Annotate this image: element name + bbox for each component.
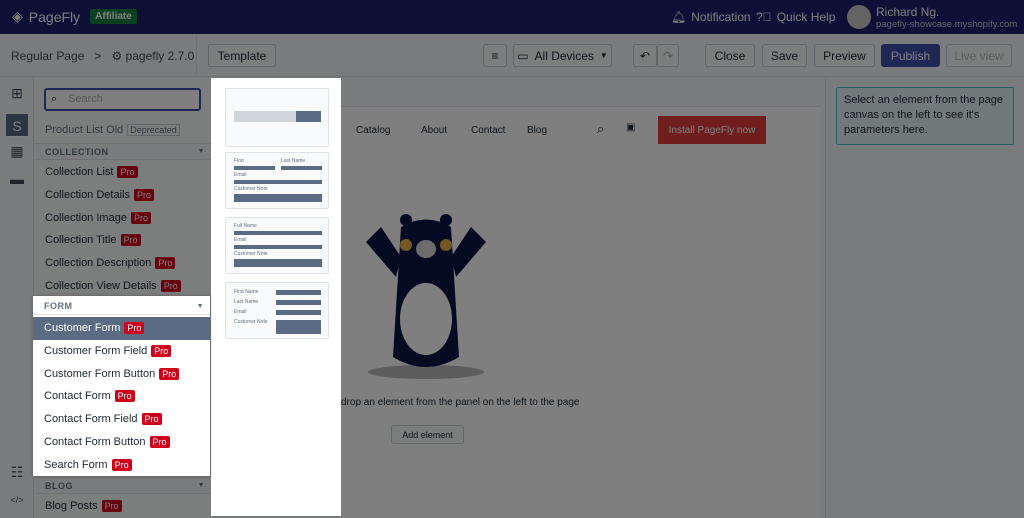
form-section-header[interactable]: FORM ▼	[33, 298, 210, 315]
field-label: Email	[234, 309, 247, 315]
pro-badge: Pro	[124, 322, 145, 335]
template-card[interactable]: First Last Name Email Customer Note	[225, 152, 329, 209]
field-label: First Name	[234, 289, 259, 295]
field-label: Last Name	[281, 158, 306, 164]
template-card[interactable]: First Name Last Name Email Customer Note	[225, 282, 329, 339]
item-label: Search Form	[44, 458, 108, 471]
form-section: FORM ▼ Customer Form Pro Customer Form Fiel…	[33, 296, 210, 476]
field-label: Last Name	[234, 299, 259, 305]
item-label: Contact Form Button	[44, 435, 146, 448]
list-item[interactable]: Contact Form Field Pro	[33, 408, 210, 431]
caret-down-icon: ▼	[196, 302, 204, 310]
field-label: Customer Note	[234, 319, 268, 325]
list-item[interactable]: Contact Form Pro	[33, 385, 210, 408]
list-item[interactable]: Contact Form Button Pro	[33, 431, 210, 454]
pro-badge: Pro	[114, 390, 135, 403]
item-label: Customer Form	[44, 322, 121, 335]
field-label: Full Name	[234, 223, 257, 229]
field-label: Customer Note	[234, 186, 268, 192]
item-label: Customer Form Field	[44, 345, 148, 358]
list-item[interactable]: Customer Form Button Pro	[33, 362, 210, 385]
pro-badge: Pro	[159, 367, 180, 380]
pro-badge: Pro	[111, 458, 132, 471]
pro-badge: Pro	[141, 413, 162, 426]
list-item[interactable]: Customer Form Field Pro	[33, 340, 210, 363]
pro-badge: Pro	[149, 435, 170, 448]
item-label: Contact Form	[44, 390, 111, 403]
item-label: Contact Form Field	[44, 413, 138, 426]
pro-badge: Pro	[151, 345, 172, 358]
template-preview-panel: First Last Name Email Customer Note Full …	[211, 78, 341, 516]
field-label: Email	[234, 172, 247, 178]
section-label: FORM	[44, 301, 73, 311]
field-label: Customer Note	[234, 251, 268, 257]
list-item[interactable]: Search Form Pro	[33, 453, 210, 476]
template-card[interactable]: Full Name Email Customer Note	[225, 217, 329, 274]
field-label: Email	[234, 237, 247, 243]
template-card[interactable]	[225, 88, 329, 147]
field-label: First	[234, 158, 244, 164]
list-item[interactable]: Customer Form Pro	[33, 317, 210, 340]
item-label: Customer Form Button	[44, 367, 156, 380]
